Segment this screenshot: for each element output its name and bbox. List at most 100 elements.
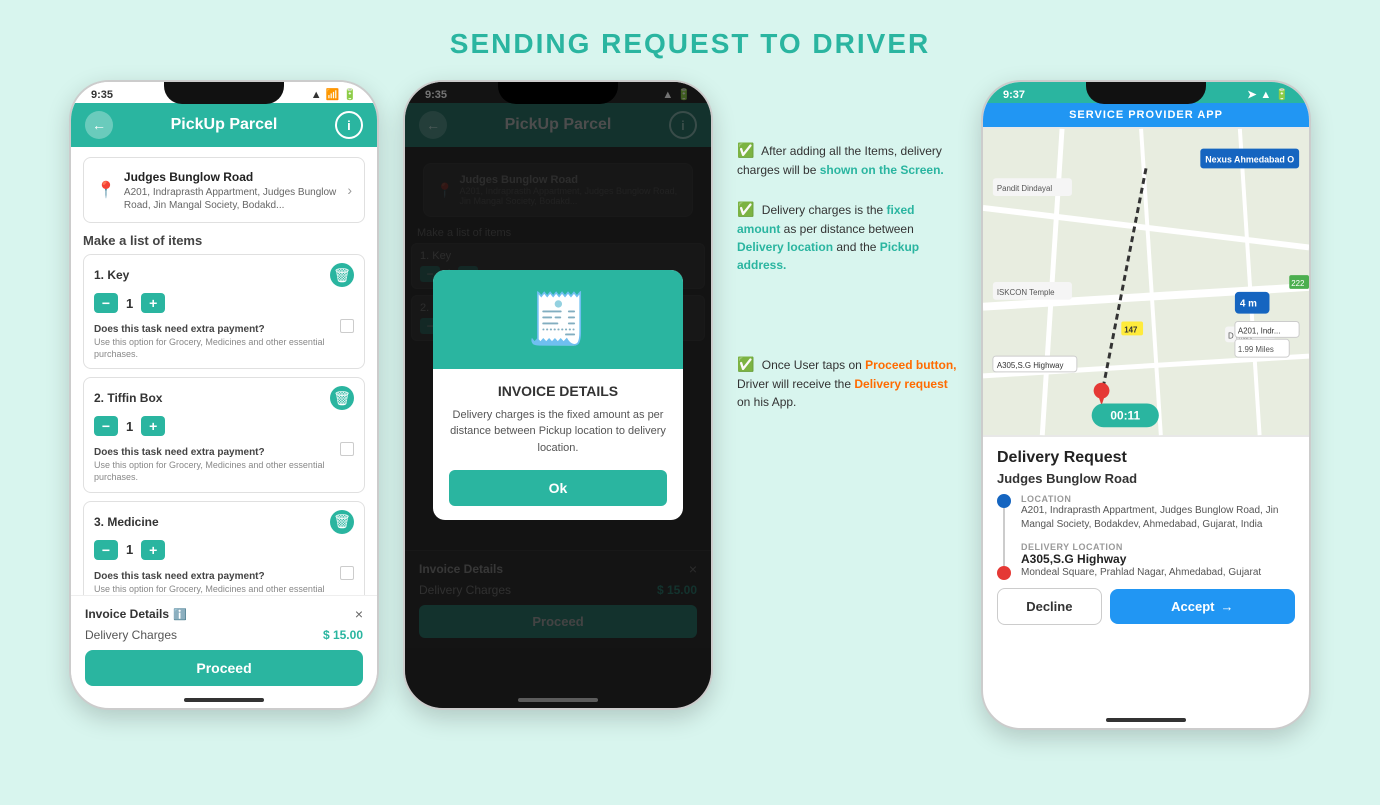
dr-title: Delivery Request bbox=[997, 449, 1295, 467]
address-text-1: Judges Bunglow Road A201, Indraprasth Ap… bbox=[124, 168, 347, 212]
battery-icon-1: 🔋 bbox=[343, 88, 357, 101]
home-indicator-1 bbox=[184, 698, 264, 702]
invoice-info-icon-1: ℹ️ bbox=[173, 608, 187, 621]
phone-1: 9:35 ▲ 📶 🔋 ← PickUp Parcel i 📍 Judges Bu… bbox=[69, 80, 379, 710]
qty-minus-1[interactable]: − bbox=[94, 293, 118, 313]
dr-actions: Decline Accept → bbox=[997, 588, 1295, 625]
qty-plus-3[interactable]: + bbox=[141, 540, 165, 560]
item-label-3: 3. Medicine bbox=[94, 515, 159, 529]
annotations-column: ✅ After adding all the Items, delivery c… bbox=[737, 80, 957, 411]
modal-desc-2: Delivery charges is the fixed amount as … bbox=[449, 407, 667, 457]
delivery-loc-name: A305,S.G Highway bbox=[1021, 552, 1295, 566]
svg-text:ISKCON Temple: ISKCON Temple bbox=[997, 288, 1055, 297]
location-addr: A201, Indraprasth Appartment, Judges Bun… bbox=[1021, 504, 1295, 532]
status-time-3: 9:37 bbox=[1003, 89, 1025, 101]
back-button-1[interactable]: ← bbox=[85, 111, 113, 139]
section-title-1: Make a list of items bbox=[83, 233, 365, 248]
invoice-close-1[interactable]: × bbox=[355, 606, 363, 622]
item-label-1: 1. Key bbox=[94, 268, 129, 282]
wifi-icon-3: ▲ bbox=[1260, 89, 1271, 101]
battery-icon-3: 🔋 bbox=[1275, 88, 1289, 101]
accept-label: Accept bbox=[1171, 599, 1214, 614]
svg-text:Pandit Dindayal: Pandit Dindayal bbox=[997, 184, 1053, 193]
svg-text:00:11: 00:11 bbox=[1110, 408, 1140, 422]
extra-sub-2: Use this option for Grocery, Medicines a… bbox=[94, 460, 334, 483]
invoice-title-1: Invoice Details bbox=[85, 607, 169, 621]
chevron-icon-1: › bbox=[347, 182, 352, 198]
location-arrow-icon: ➤ bbox=[1247, 88, 1256, 101]
modal-ok-button-2[interactable]: Ok bbox=[449, 470, 667, 506]
svg-text:222: 222 bbox=[1291, 279, 1304, 288]
location-label: LOCATION bbox=[1021, 494, 1295, 504]
red-dot bbox=[997, 566, 1011, 580]
proceed-button-1[interactable]: Proceed bbox=[85, 650, 363, 686]
extra-label-2: Does this task need extra payment? bbox=[94, 447, 265, 458]
blue-dot bbox=[997, 494, 1011, 508]
charge-label-1: Delivery Charges bbox=[85, 628, 177, 642]
modal-overlay-2: 🧾 INVOICE DETAILS Delivery charges is th… bbox=[405, 82, 711, 708]
dr-subtitle: Judges Bunglow Road bbox=[997, 471, 1295, 486]
check-icon-1: ✅ bbox=[737, 142, 754, 158]
qty-minus-3[interactable]: − bbox=[94, 540, 118, 560]
extra-sub-1: Use this option for Grocery, Medicines a… bbox=[94, 337, 334, 360]
receipt-icon: 🧾 bbox=[527, 290, 589, 349]
wifi-icon-1: ▲ bbox=[311, 89, 322, 101]
qty-minus-2[interactable]: − bbox=[94, 416, 118, 436]
svg-text:4 m: 4 m bbox=[1240, 299, 1257, 310]
connector-line bbox=[1003, 508, 1005, 566]
status-time-1: 9:35 bbox=[91, 89, 113, 101]
map-svg: Pandit Dindayal Nexus Ahmedabad O ISKCON… bbox=[983, 127, 1309, 437]
extra-label-1: Does this task need extra payment? bbox=[94, 324, 265, 335]
svg-text:A201, Indr...: A201, Indr... bbox=[1238, 326, 1281, 335]
dr-location-block: LOCATION A201, Indraprasth Appartment, J… bbox=[997, 494, 1295, 580]
annotation-1: ✅ After adding all the Items, delivery c… bbox=[737, 140, 957, 179]
items-list-1: 1. Key 🗑 − 1 + Does this task need extra… bbox=[71, 254, 377, 616]
delete-btn-3[interactable]: 🗑 bbox=[330, 510, 354, 534]
annotation-2: ✅ Delivery charges is the fixed amount a… bbox=[737, 199, 957, 274]
qty-val-1: 1 bbox=[126, 296, 133, 311]
location-icon-1: 📍 bbox=[96, 180, 116, 200]
extra-label-3: Does this task need extra payment? bbox=[94, 571, 265, 582]
app-header-1: ← PickUp Parcel i bbox=[71, 103, 377, 147]
item-row-2: 2. Tiffin Box 🗑 − 1 + Does this task nee… bbox=[83, 377, 365, 492]
charge-val-1: $ 15.00 bbox=[323, 628, 363, 642]
notch-3 bbox=[1086, 82, 1206, 104]
header-title-1: PickUp Parcel bbox=[171, 116, 278, 134]
qty-val-2: 1 bbox=[126, 419, 133, 434]
svg-text:1.99 Miles: 1.99 Miles bbox=[1238, 345, 1274, 354]
modal-title-2: INVOICE DETAILS bbox=[449, 383, 667, 399]
checkbox-3[interactable] bbox=[340, 566, 354, 580]
status-icons-1: ▲ 📶 🔋 bbox=[311, 88, 357, 101]
check-icon-3: ✅ bbox=[737, 356, 754, 372]
delivery-loc-addr: Mondeal Square, Prahlad Nagar, Ahmedabad… bbox=[1021, 566, 1295, 580]
svg-text:A305,S.G Highway: A305,S.G Highway bbox=[997, 361, 1064, 370]
arrow-right-icon: → bbox=[1221, 599, 1234, 614]
qty-plus-1[interactable]: + bbox=[141, 293, 165, 313]
decline-button[interactable]: Decline bbox=[997, 588, 1102, 625]
qty-plus-2[interactable]: + bbox=[141, 416, 165, 436]
delete-btn-2[interactable]: 🗑 bbox=[330, 386, 354, 410]
modal-top-2: 🧾 bbox=[433, 270, 683, 369]
phone-2: 9:35 ▲ 🔋 ← PickUp Parcel i 📍 Judges Bung… bbox=[403, 80, 713, 710]
delete-btn-1[interactable]: 🗑 bbox=[330, 263, 354, 287]
map-header: SERVICE PROVIDER APP bbox=[983, 103, 1309, 127]
item-label-2: 2. Tiffin Box bbox=[94, 391, 162, 405]
status-icons-3: ➤ ▲ 🔋 bbox=[1247, 88, 1289, 101]
checkbox-2[interactable] bbox=[340, 442, 354, 456]
item-row-1: 1. Key 🗑 − 1 + Does this task need extra… bbox=[83, 254, 365, 369]
annotation-text-3: Once User taps on Proceed button, Driver… bbox=[737, 358, 957, 409]
address-card-1[interactable]: 📍 Judges Bunglow Road A201, Indraprasth … bbox=[83, 157, 365, 223]
home-indicator-3 bbox=[1106, 718, 1186, 722]
phone-3: 9:37 ➤ ▲ 🔋 SERVICE PROVIDER APP bbox=[981, 80, 1311, 730]
info-button-1[interactable]: i bbox=[335, 111, 363, 139]
svg-text:147: 147 bbox=[1124, 325, 1138, 334]
modal-box-2: 🧾 INVOICE DETAILS Delivery charges is th… bbox=[433, 270, 683, 521]
checkbox-1[interactable] bbox=[340, 319, 354, 333]
service-provider-label: SERVICE PROVIDER APP bbox=[993, 109, 1299, 121]
phones-container: 9:35 ▲ 📶 🔋 ← PickUp Parcel i 📍 Judges Bu… bbox=[0, 80, 1380, 730]
check-icon-2: ✅ bbox=[737, 201, 754, 217]
annotation-text-1: After adding all the Items, delivery cha… bbox=[737, 144, 944, 177]
modal-body-2: INVOICE DETAILS Delivery charges is the … bbox=[433, 369, 683, 521]
accept-button[interactable]: Accept → bbox=[1110, 589, 1295, 624]
notch-1 bbox=[164, 82, 284, 104]
